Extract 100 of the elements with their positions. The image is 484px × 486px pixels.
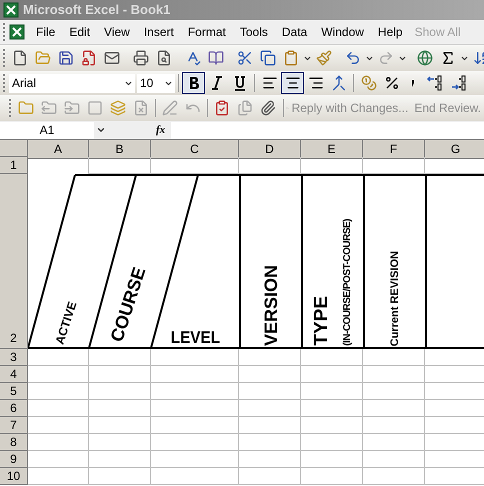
increase-decimal-icon xyxy=(426,75,444,91)
bold-icon xyxy=(188,76,200,90)
folder-arrow-icon xyxy=(40,100,57,116)
table-cell xyxy=(89,349,151,366)
table-cell xyxy=(239,400,301,417)
table-cell xyxy=(89,434,151,451)
table-cell xyxy=(363,157,425,174)
column-header[interactable]: A xyxy=(28,140,89,159)
table-cell xyxy=(301,383,363,400)
table-cell xyxy=(363,366,425,383)
column-header[interactable]: D xyxy=(239,140,301,159)
workbook-icon xyxy=(9,24,25,40)
column-heading: LEVEL xyxy=(170,329,220,346)
pen-icon xyxy=(162,100,178,116)
row-header[interactable]: 1 xyxy=(0,157,28,174)
copy-icon xyxy=(260,50,276,66)
table-cell xyxy=(239,417,301,434)
column-header[interactable]: E xyxy=(301,140,363,159)
align-right-icon xyxy=(308,75,324,91)
menu-item[interactable]: Insert xyxy=(138,23,179,41)
table-cell xyxy=(239,349,301,366)
book-icon xyxy=(208,50,224,66)
row-header[interactable]: 6 xyxy=(0,400,28,417)
folder-arrow-icon xyxy=(64,100,80,116)
table-cell xyxy=(239,157,301,174)
merge-icon xyxy=(330,75,346,91)
table-cell xyxy=(363,468,425,485)
table-cell xyxy=(239,434,301,451)
align-center-button[interactable] xyxy=(281,72,304,94)
row-header[interactable]: 10 xyxy=(0,468,28,485)
table-cell xyxy=(301,468,363,485)
font-size-dropdown[interactable]: 10 xyxy=(137,74,175,92)
column-subheading: (IN-COURSE/POST-COURSE) xyxy=(343,219,353,346)
window-title: Microsoft Excel - Book1 xyxy=(23,1,170,20)
column-header[interactable]: G xyxy=(425,140,484,159)
table-cell xyxy=(89,366,151,383)
printer-icon xyxy=(132,50,148,66)
sort-icon xyxy=(472,50,484,66)
table-cell xyxy=(89,400,151,417)
redo-icon xyxy=(378,50,394,66)
paperclip-icon xyxy=(260,100,276,116)
menu-item[interactable]: Window xyxy=(316,23,369,41)
row-header[interactable]: 3 xyxy=(0,349,28,366)
formula-field[interactable] xyxy=(171,122,484,138)
table-cell xyxy=(363,383,425,400)
excel-icon xyxy=(3,2,19,18)
align-center-icon xyxy=(284,75,300,91)
globe-icon xyxy=(416,50,432,66)
table-cell xyxy=(28,366,89,383)
row-header[interactable]: 4 xyxy=(0,366,28,383)
blank-page-icon xyxy=(12,50,28,66)
paintbrush-icon xyxy=(316,50,332,66)
bold-button[interactable] xyxy=(182,72,205,94)
menu-item[interactable]: View xyxy=(99,23,135,41)
folder-icon xyxy=(34,50,50,66)
row-header[interactable]: 2 xyxy=(0,174,28,349)
table-cell xyxy=(301,157,363,174)
square-icon xyxy=(86,100,103,116)
scissors-icon xyxy=(236,50,252,66)
column-heading: VERSION xyxy=(262,264,280,346)
table-cell xyxy=(363,434,425,451)
column-header[interactable]: C xyxy=(151,140,239,159)
page-lock-icon xyxy=(80,50,96,66)
table-cell xyxy=(89,383,151,400)
row-header[interactable]: 8 xyxy=(0,434,28,451)
table-cell xyxy=(28,349,89,366)
row-header[interactable]: 7 xyxy=(0,417,28,434)
select-all-corner[interactable] xyxy=(0,140,28,157)
function-label: fx xyxy=(156,122,166,138)
clipboard-check-icon xyxy=(214,100,230,116)
menu-item[interactable]: Data xyxy=(276,23,312,41)
menu-item[interactable]: File xyxy=(31,23,60,41)
table-cell xyxy=(239,468,301,485)
table-cell xyxy=(28,400,89,417)
menu-item[interactable]: Tools xyxy=(234,23,273,41)
caret-icon xyxy=(96,125,106,135)
column-header[interactable]: B xyxy=(89,140,151,159)
name-box[interactable]: A1 xyxy=(0,122,94,138)
table-cell xyxy=(363,451,425,468)
menu-item[interactable]: Format xyxy=(182,23,231,41)
column-header[interactable]: F xyxy=(363,140,425,159)
page-x-icon xyxy=(132,100,149,116)
table-cell xyxy=(301,417,363,434)
pages-icon xyxy=(237,100,254,116)
row-header[interactable]: 9 xyxy=(0,451,28,468)
percent-icon xyxy=(384,75,400,91)
row-header[interactable]: 5 xyxy=(0,383,28,400)
font-dropdown[interactable]: Arial xyxy=(9,74,135,92)
layers-icon xyxy=(110,100,126,116)
table-cell xyxy=(363,417,425,434)
menu-item[interactable]: Help xyxy=(372,23,408,41)
menu-item[interactable]: Edit xyxy=(64,23,96,41)
note-icon xyxy=(18,100,34,116)
table-cell xyxy=(301,349,363,366)
table-cell xyxy=(89,468,151,485)
table-cell xyxy=(28,383,89,400)
table-cell xyxy=(89,451,151,468)
page-magnifier-icon xyxy=(156,50,172,66)
table-cell xyxy=(301,400,363,417)
table-cell xyxy=(239,451,301,468)
